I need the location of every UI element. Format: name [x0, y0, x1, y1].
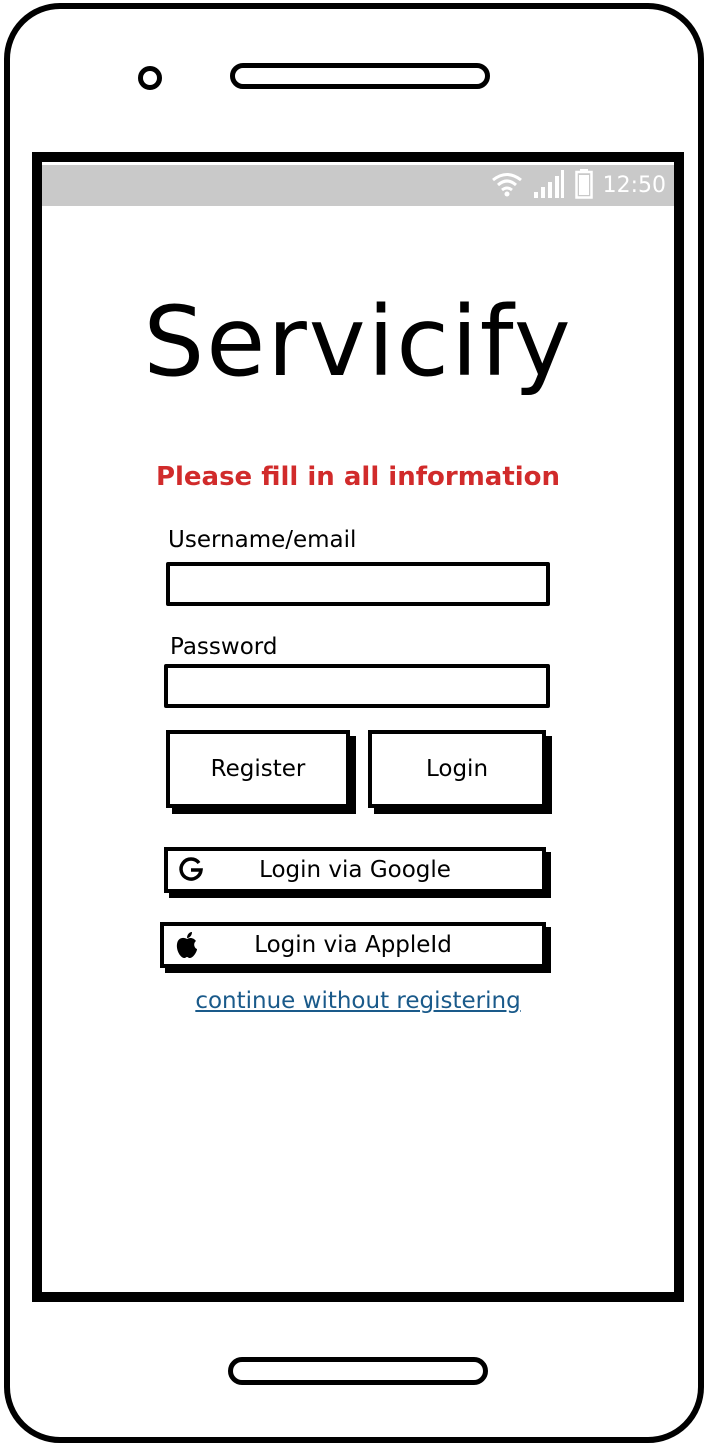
battery-icon: [574, 168, 593, 203]
password-field[interactable]: [164, 664, 550, 708]
login-button-label: Login: [425, 756, 489, 782]
apple-icon: [172, 930, 202, 960]
continue-without-registering-link[interactable]: continue without registering: [42, 988, 674, 1014]
home-button[interactable]: [228, 1357, 488, 1385]
register-button[interactable]: Register: [166, 730, 350, 808]
login-google-label: Login via Google: [259, 857, 451, 883]
password-input[interactable]: [168, 668, 546, 704]
login-apple-label: Login via AppleId: [254, 932, 452, 958]
username-field[interactable]: [166, 562, 550, 606]
status-icons: 12:50: [491, 165, 666, 206]
username-label: Username/email: [168, 527, 357, 553]
error-message: Please fill in all information: [155, 462, 561, 492]
camera-icon: [138, 66, 162, 90]
login-apple-button[interactable]: Login via AppleId: [160, 922, 546, 968]
signal-icon: [533, 169, 565, 202]
register-button-label: Register: [210, 756, 306, 782]
speaker-grille: [230, 63, 490, 89]
login-google-button[interactable]: Login via Google: [164, 847, 546, 893]
wifi-icon: [491, 171, 523, 201]
password-label: Password: [170, 634, 278, 660]
login-button[interactable]: Login: [368, 730, 546, 808]
app-title: Servicify: [143, 286, 573, 398]
status-time: 12:50: [602, 173, 666, 198]
username-input[interactable]: [170, 566, 546, 602]
status-bar: 12:50: [42, 165, 674, 206]
phone-screen: 12:50 Servicify Please fill in all infor…: [32, 152, 684, 1302]
google-icon: [176, 855, 206, 885]
